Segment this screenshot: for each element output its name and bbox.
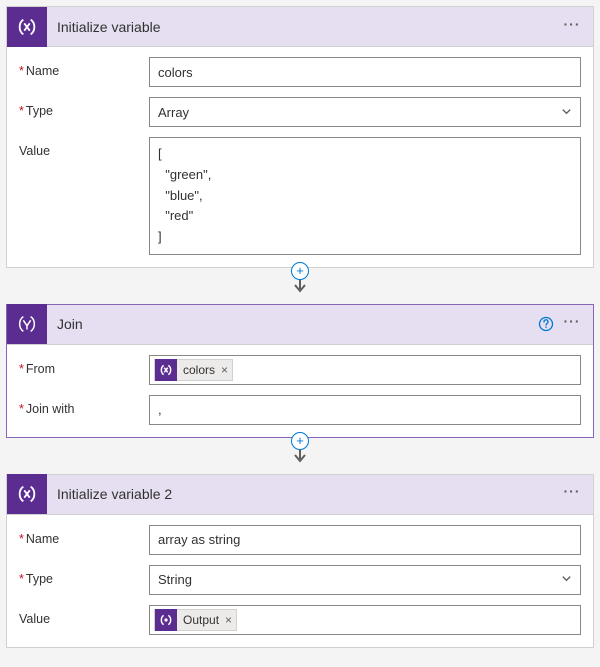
connector: +	[6, 268, 594, 304]
ellipsis-icon: ···	[564, 313, 581, 329]
from-label: From	[19, 355, 149, 376]
card-body: Name Type Array Value [ "green", "blue",…	[7, 47, 593, 267]
type-select[interactable]: Array	[149, 97, 581, 127]
card-body: From colors × Join with	[7, 345, 593, 437]
type-select-value: Array	[158, 105, 189, 120]
dataop-token-icon	[155, 609, 177, 631]
name-input[interactable]	[149, 57, 581, 87]
token-label: Output	[183, 613, 219, 627]
card-title: Join	[47, 316, 533, 332]
action-card-initialize-variable-2: Initialize variable 2 ··· Name Type Stri…	[6, 474, 594, 648]
add-step-button[interactable]: +	[291, 432, 309, 450]
more-menu-button[interactable]: ···	[559, 481, 585, 507]
token-remove-button[interactable]: ×	[225, 613, 232, 627]
arrow-down-icon	[292, 447, 308, 468]
card-header[interactable]: Join ···	[7, 305, 593, 345]
ellipsis-icon: ···	[564, 16, 581, 32]
add-step-button[interactable]: +	[291, 262, 309, 280]
type-label: Type	[19, 97, 149, 118]
help-button[interactable]	[533, 311, 559, 337]
help-icon	[538, 316, 554, 332]
value-label: Value	[19, 605, 149, 626]
type-select[interactable]: String	[149, 565, 581, 595]
ellipsis-icon: ···	[564, 483, 581, 499]
from-input[interactable]: colors ×	[149, 355, 581, 385]
chevron-down-icon	[561, 105, 572, 120]
card-body: Name Type String Value	[7, 515, 593, 647]
name-input[interactable]	[149, 525, 581, 555]
card-title: Initialize variable 2	[47, 486, 559, 502]
joinwith-input[interactable]	[149, 395, 581, 425]
type-select-value: String	[158, 572, 192, 587]
token-colors[interactable]: colors ×	[154, 359, 233, 381]
action-card-initialize-variable: Initialize variable ··· Name Type Array …	[6, 6, 594, 268]
connector: +	[6, 438, 594, 474]
card-header[interactable]: Initialize variable ···	[7, 7, 593, 47]
value-input[interactable]: Output ×	[149, 605, 581, 635]
name-label: Name	[19, 525, 149, 546]
name-label: Name	[19, 57, 149, 78]
variable-icon	[7, 7, 47, 47]
chevron-down-icon	[561, 572, 572, 587]
value-textarea[interactable]: [ "green", "blue", "red" ]	[149, 137, 581, 255]
variable-icon	[7, 474, 47, 514]
more-menu-button[interactable]: ···	[559, 14, 585, 40]
action-card-join: Join ··· From colors × Join	[6, 304, 594, 438]
card-header[interactable]: Initialize variable 2 ···	[7, 475, 593, 515]
token-remove-button[interactable]: ×	[221, 363, 228, 377]
type-label: Type	[19, 565, 149, 586]
card-title: Initialize variable	[47, 19, 559, 35]
data-operation-icon	[7, 304, 47, 344]
value-label: Value	[19, 137, 149, 158]
more-menu-button[interactable]: ···	[559, 311, 585, 337]
token-output[interactable]: Output ×	[154, 609, 237, 631]
arrow-down-icon	[292, 277, 308, 298]
token-label: colors	[183, 363, 215, 377]
variable-token-icon	[155, 359, 177, 381]
joinwith-label: Join with	[19, 395, 149, 416]
